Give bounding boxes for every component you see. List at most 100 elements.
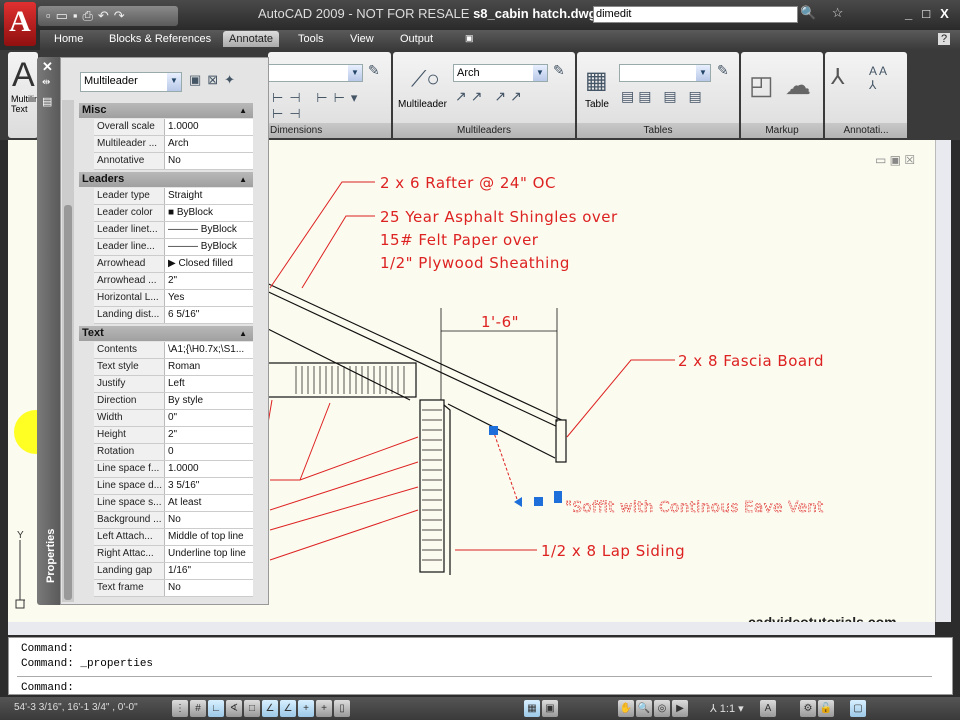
property-value[interactable]: 2" bbox=[166, 273, 253, 289]
tab-tools[interactable]: Tools bbox=[298, 33, 324, 45]
label-dimension[interactable]: 1'-6" bbox=[481, 313, 519, 331]
grid-toggle[interactable]: # bbox=[190, 700, 206, 717]
label-rafter[interactable]: 2 x 6 Rafter @ 24" OC bbox=[380, 174, 556, 192]
dimension-style-combo[interactable]: ▼ bbox=[268, 64, 363, 82]
ducs-toggle[interactable]: ∠ bbox=[280, 700, 296, 717]
property-row[interactable]: Line space s... At least bbox=[94, 495, 253, 512]
annotation-visibility-icon[interactable]: A bbox=[760, 700, 776, 717]
property-row[interactable]: Text style Roman bbox=[94, 359, 253, 376]
property-value[interactable]: ——— ByBlock bbox=[166, 222, 253, 238]
application-menu-button[interactable]: A bbox=[4, 2, 36, 46]
property-row[interactable]: Line space d... 3 5/16" bbox=[94, 478, 253, 495]
infocenter-search-input[interactable]: dimedit bbox=[593, 6, 798, 23]
dimension-style-icon[interactable]: ✎ bbox=[368, 62, 380, 79]
dimension-tools-icons[interactable]: ⊢⊣ ⊢⊢▾ ⊢⊣ bbox=[272, 90, 391, 122]
property-row[interactable]: Height 2" bbox=[94, 427, 253, 444]
label-shingles-2[interactable]: 15# Felt Paper over bbox=[380, 231, 539, 249]
property-value[interactable]: 0 bbox=[166, 444, 253, 460]
palette-scroll-thumb[interactable] bbox=[64, 205, 72, 600]
property-value[interactable]: Arch bbox=[166, 136, 253, 152]
otrack-toggle[interactable]: ∠ bbox=[262, 700, 278, 717]
label-shingles-3[interactable]: 1/2" Plywood Sheathing bbox=[380, 254, 570, 272]
multiline-text-button[interactable]: Multiline Text bbox=[11, 94, 37, 114]
table-button[interactable]: Table bbox=[585, 99, 609, 110]
quick-access-toolbar[interactable]: ▫▭▪⎙↶↷ bbox=[38, 6, 178, 26]
property-row[interactable]: Left Attach... Middle of top line bbox=[94, 529, 253, 546]
leader-tools-icons[interactable]: ↗↗ ↗↗ bbox=[455, 88, 526, 105]
property-value[interactable]: Left bbox=[166, 376, 253, 392]
property-row[interactable]: Right Attac... Underline top line bbox=[94, 546, 253, 563]
property-value[interactable]: No bbox=[166, 512, 253, 528]
table-style-combo[interactable]: ▼ bbox=[619, 64, 711, 82]
property-value[interactable]: 3 5/16" bbox=[166, 478, 253, 494]
tab-home[interactable]: Home bbox=[54, 33, 83, 45]
annotation-tools-icons[interactable]: A A ⅄ bbox=[869, 64, 887, 92]
property-value[interactable]: 0" bbox=[166, 410, 253, 426]
annotation-scale-icon[interactable]: ⅄ bbox=[831, 64, 844, 90]
label-fascia[interactable]: 2 x 8 Fascia Board bbox=[678, 352, 824, 370]
property-value[interactable]: 1/16" bbox=[166, 563, 253, 579]
object-type-select[interactable]: Multileader ▼ bbox=[80, 72, 182, 92]
label-shingles-1[interactable]: 25 Year Asphalt Shingles over bbox=[380, 208, 618, 226]
property-value[interactable]: 6 5/16" bbox=[166, 307, 253, 323]
label-siding[interactable]: 1/2 x 8 Lap Siding bbox=[541, 542, 685, 560]
collapse-icon[interactable]: ▲ bbox=[239, 172, 247, 187]
close-icon[interactable]: ✕ bbox=[42, 59, 53, 75]
ribbon-minimize-icon[interactable]: ▣ bbox=[465, 33, 474, 44]
vertical-scrollbar[interactable] bbox=[935, 140, 951, 622]
property-row[interactable]: Leader line... ——— ByBlock bbox=[94, 239, 253, 256]
property-row[interactable]: Background ... No bbox=[94, 512, 253, 529]
dyn-toggle[interactable]: + bbox=[298, 700, 314, 717]
property-row[interactable]: Leader color ■ ByBlock bbox=[94, 205, 253, 222]
property-row[interactable]: Landing dist... 6 5/16" bbox=[94, 307, 253, 324]
layout-button[interactable]: ▣ bbox=[542, 700, 558, 717]
tab-view[interactable]: View bbox=[350, 33, 374, 45]
property-value[interactable]: Underline top line bbox=[166, 546, 253, 562]
property-row[interactable]: Width 0" bbox=[94, 410, 253, 427]
multileader-button[interactable]: Multileader bbox=[398, 99, 447, 110]
model-button[interactable]: ▦ bbox=[524, 700, 540, 717]
table-tools-icons[interactable]: ▤▤ ▤ ▤ bbox=[621, 88, 706, 105]
wipeout-icon[interactable]: ◰ bbox=[749, 70, 774, 101]
property-value[interactable]: ——— ByBlock bbox=[166, 239, 253, 255]
property-value[interactable]: 2" bbox=[166, 427, 253, 443]
property-row[interactable]: Justify Left bbox=[94, 376, 253, 393]
property-row[interactable]: Landing gap 1/16" bbox=[94, 563, 253, 580]
search-icon[interactable]: 🔍 ☆ bbox=[800, 5, 849, 21]
collapse-icon[interactable]: ▲ bbox=[239, 326, 247, 341]
property-value[interactable]: \A1;{\H0.7x;\S1... bbox=[166, 342, 253, 358]
property-row[interactable]: Multileader ... Arch bbox=[94, 136, 253, 153]
annotation-scale-select[interactable]: ⅄ 1:1 ▾ bbox=[710, 702, 744, 715]
properties-palette-titlebar[interactable]: ✕ ⇹ ▤ Properties bbox=[37, 57, 60, 605]
viewport-controls[interactable]: ▭ ▣ ☒ bbox=[875, 153, 915, 167]
grip-arrow[interactable] bbox=[514, 497, 522, 507]
workspace-gear-icon[interactable]: ⚙ bbox=[800, 700, 816, 717]
section-header-leaders[interactable]: Leaders ▲ bbox=[79, 172, 253, 187]
clean-screen-icon[interactable]: ▢ bbox=[850, 700, 866, 717]
property-row[interactable]: Leader linet... ——— ByBlock bbox=[94, 222, 253, 239]
property-value[interactable]: Yes bbox=[166, 290, 253, 306]
osnap-toggle[interactable]: □ bbox=[244, 700, 260, 717]
property-value[interactable]: No bbox=[166, 580, 253, 596]
grip-handle[interactable] bbox=[534, 497, 543, 506]
palette-menu-icon[interactable]: ▤ bbox=[42, 95, 52, 108]
section-header-misc[interactable]: Misc ▲ bbox=[79, 103, 253, 118]
property-row[interactable]: Overall scale 1.0000 bbox=[94, 119, 253, 136]
grip-handle[interactable] bbox=[489, 426, 498, 435]
select-objects-icons[interactable]: ▣⊠✦ bbox=[189, 72, 241, 88]
property-row[interactable]: Contents \A1;{\H0.7x;\S1... bbox=[94, 342, 253, 359]
steeringwheel-icon[interactable]: ◎ bbox=[654, 700, 670, 717]
command-prompt-input[interactable]: Command: bbox=[21, 682, 74, 694]
property-row[interactable]: Arrowhead ▶ Closed filled bbox=[94, 256, 253, 273]
multileader-style-icon[interactable]: ✎ bbox=[553, 62, 565, 79]
property-row[interactable]: Line space f... 1.0000 bbox=[94, 461, 253, 478]
quick-properties-toggle[interactable]: ▯ bbox=[334, 700, 350, 717]
property-value[interactable]: At least bbox=[166, 495, 253, 511]
property-value[interactable]: Roman bbox=[166, 359, 253, 375]
zoom-icon[interactable]: 🔍 bbox=[636, 700, 652, 717]
property-value[interactable]: Middle of top line bbox=[166, 529, 253, 545]
table-style-icon[interactable]: ✎ bbox=[717, 62, 729, 79]
section-header-text[interactable]: Text ▲ bbox=[79, 326, 253, 341]
property-row[interactable]: Annotative No bbox=[94, 153, 253, 170]
help-icon[interactable]: ? bbox=[938, 33, 951, 45]
